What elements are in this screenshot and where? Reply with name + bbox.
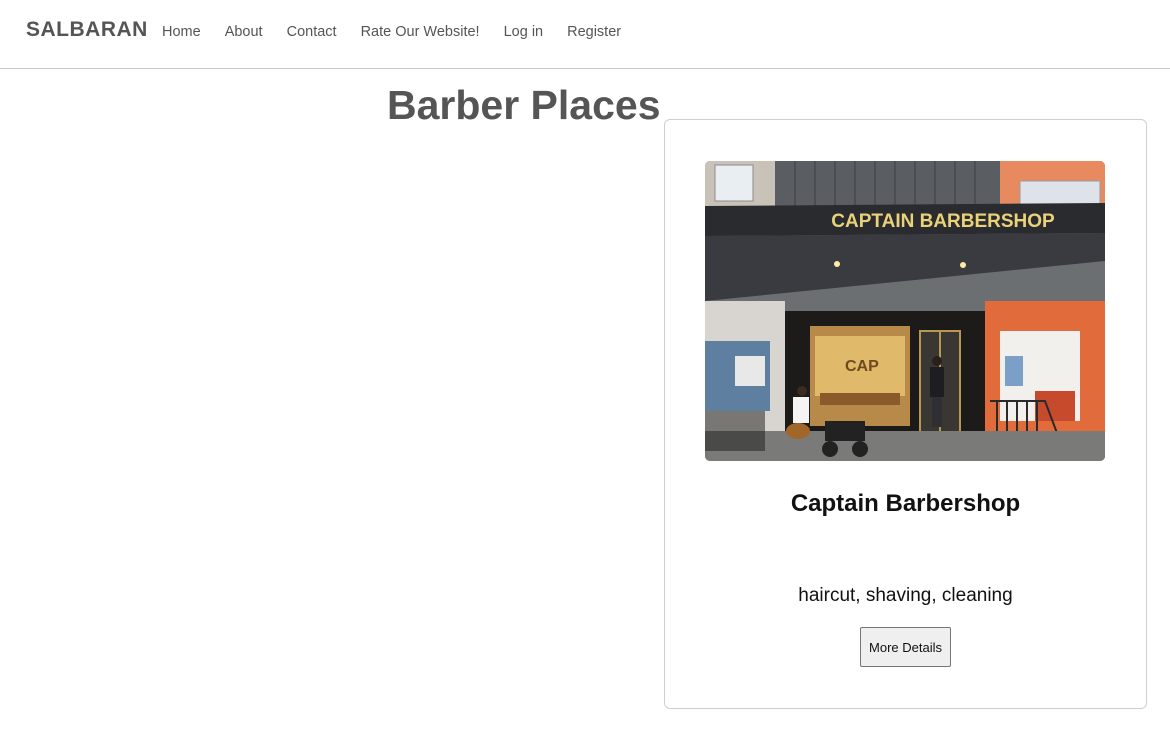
page-title: Barber Places [387, 82, 661, 128]
nav-link-login[interactable]: Log in [504, 24, 544, 40]
top-navbar: SALBARAN Home About Contact Rate Our Web… [0, 0, 1170, 69]
card-title: Captain Barbershop [790, 490, 1021, 517]
nav-link-contact[interactable]: Contact [287, 24, 337, 40]
nav-link-register[interactable]: Register [567, 24, 621, 40]
barbershop-photo-illustration: CAPTAIN BARBERSHOP CAP [705, 161, 1105, 461]
nav-link-about[interactable]: About [225, 24, 263, 40]
nav-link-rate-website[interactable]: Rate Our Website! [361, 24, 480, 40]
card-services: haircut, shaving, cleaning [798, 585, 1013, 606]
nav-link-home[interactable]: Home [162, 24, 201, 40]
more-details-button[interactable]: More Details [860, 627, 951, 667]
nav-links: Home About Contact Rate Our Website! Log… [162, 24, 645, 40]
svg-text:CAP: CAP [845, 358, 879, 375]
barber-place-card: CAPTAIN BARBERSHOP CAP Captain Barbersho… [664, 119, 1147, 709]
shop-sign-text: CAPTAIN BARBERSHOP [831, 211, 1055, 232]
barbershop-photo: CAPTAIN BARBERSHOP CAP [705, 161, 1105, 461]
brand-logo[interactable]: SALBARAN [26, 18, 148, 42]
